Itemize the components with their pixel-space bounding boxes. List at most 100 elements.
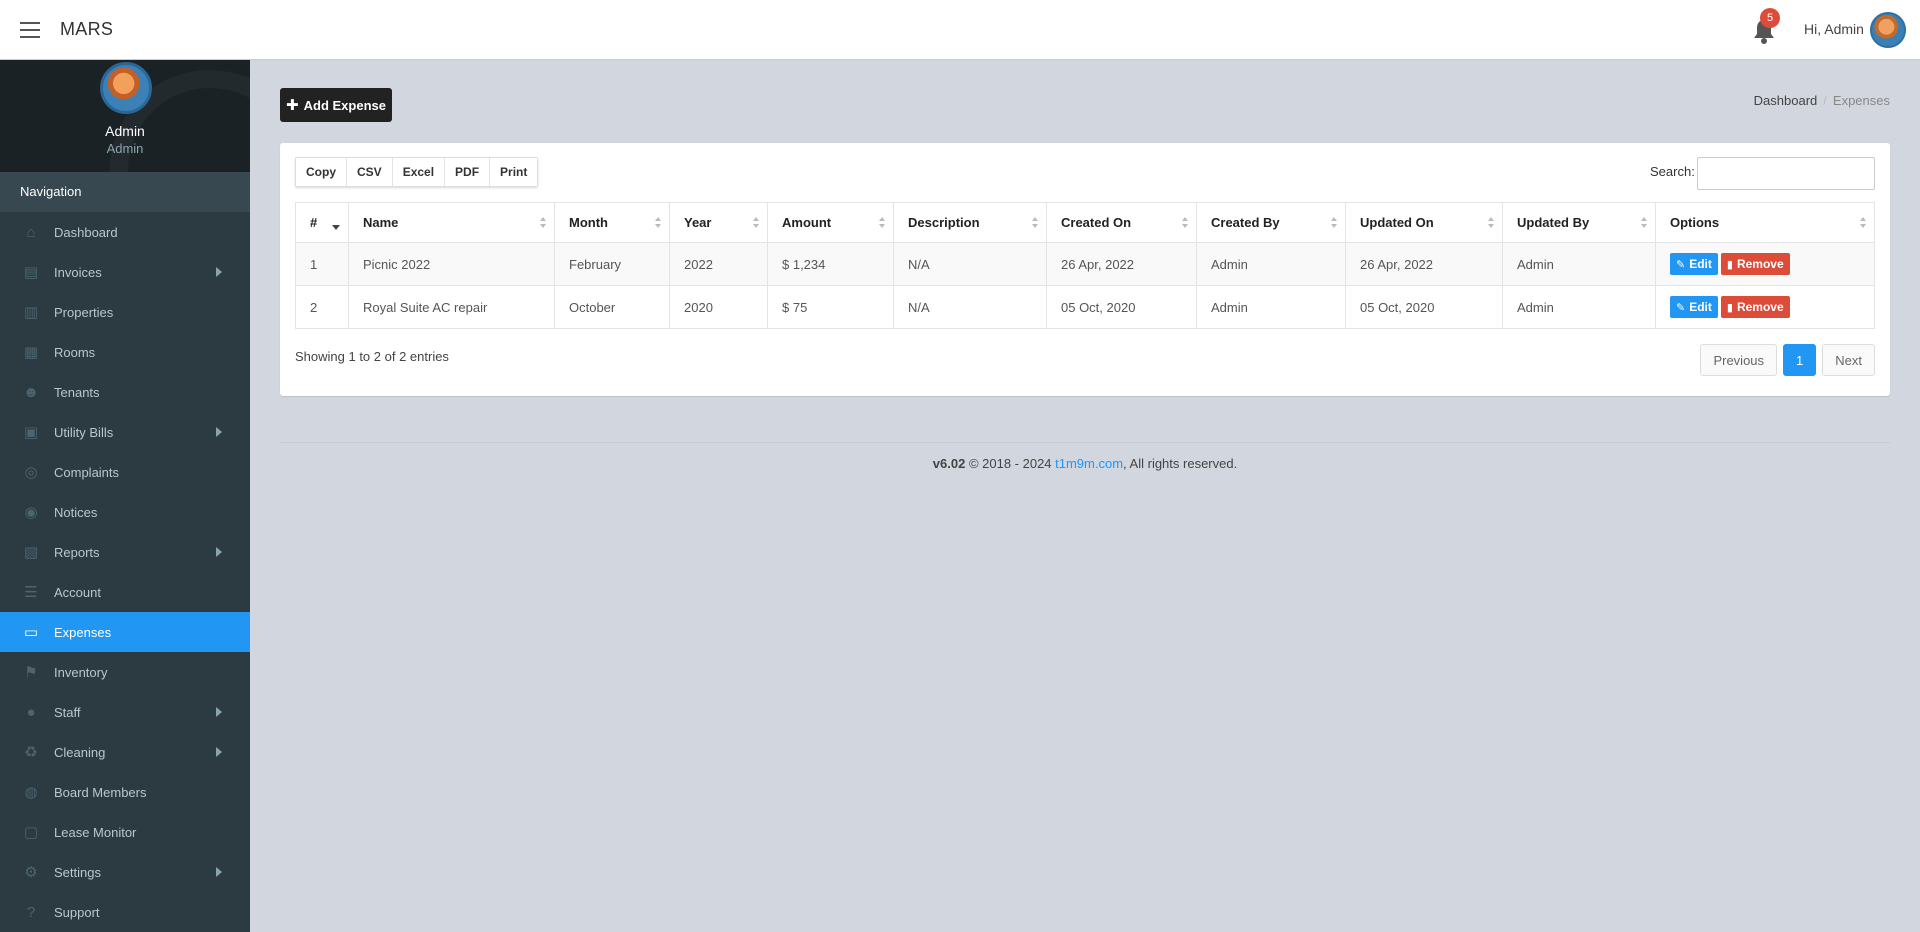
sidebar-item-staff[interactable]: ● Staff xyxy=(0,692,250,732)
cell-name: Picnic 2022 xyxy=(348,242,555,286)
monitor-icon: ▢ xyxy=(23,824,39,841)
cell-number: 2 xyxy=(295,285,349,329)
sidebar-user-name: Admin xyxy=(105,123,145,139)
column-header-updated-on[interactable]: Updated On xyxy=(1345,202,1503,243)
sidebar-avatar xyxy=(100,62,152,114)
footer-divider xyxy=(280,442,1890,443)
column-header-updated-by[interactable]: Updated By xyxy=(1502,202,1656,243)
column-header-name[interactable]: Name xyxy=(348,202,555,243)
sidebar-item-account[interactable]: ☰ Account xyxy=(0,572,250,612)
home-icon: ⌂ xyxy=(26,223,36,241)
remove-button[interactable]: ▮ Remove xyxy=(1720,253,1790,275)
excel-button[interactable]: Excel xyxy=(392,158,446,186)
page-1-button[interactable]: 1 xyxy=(1783,344,1817,376)
sidebar-item-label: Rooms xyxy=(54,344,96,360)
table-info: Showing 1 to 2 of 2 entries xyxy=(295,349,449,364)
sidebar-item-board-members[interactable]: ◍ Board Members xyxy=(0,772,250,812)
sidebar-item-settings[interactable]: ⚙ Settings xyxy=(0,852,250,892)
column-header-options[interactable]: Options xyxy=(1655,202,1875,243)
copy-button[interactable]: Copy xyxy=(296,158,347,186)
sidebar-item-label: Tenants xyxy=(54,384,100,400)
sidebar-item-expenses[interactable]: ▭ Expenses xyxy=(0,612,250,652)
breadcrumb-dashboard[interactable]: Dashboard xyxy=(1754,93,1818,108)
search-input[interactable] xyxy=(1697,157,1875,190)
notification-badge: 5 xyxy=(1760,8,1780,28)
sidebar-user-role: Admin xyxy=(106,141,144,156)
sidebar-item-reports[interactable]: ▧ Reports xyxy=(0,532,250,572)
table-row: 1 Picnic 2022 February 2022 $ 1,234 N/A … xyxy=(295,242,1875,286)
sidebar-item-cleaning[interactable]: ♻ Cleaning xyxy=(0,732,250,772)
chevron-right-icon xyxy=(216,707,222,717)
pagination: Previous 1 Next xyxy=(1700,344,1875,376)
column-header-number[interactable]: # xyxy=(295,202,349,243)
plus-icon: ✚ xyxy=(286,97,299,114)
cell-created-by: Admin xyxy=(1196,242,1346,286)
user-circle-icon: ◍ xyxy=(24,784,38,801)
add-expense-label: Add Expense xyxy=(303,97,386,113)
sort-icon xyxy=(1182,217,1188,229)
money-icon: ▣ xyxy=(23,424,39,441)
export-buttons: Copy CSV Excel PDF Print xyxy=(295,157,539,187)
add-expense-button[interactable]: ✚ Add Expense xyxy=(280,88,392,122)
app-brand[interactable]: MARS xyxy=(60,19,113,40)
cell-updated-by: Admin xyxy=(1502,285,1656,329)
column-header-amount[interactable]: Amount xyxy=(767,202,894,243)
users-icon: ☻ xyxy=(23,383,39,401)
sidebar-item-utility-bills[interactable]: ▣ Utility Bills xyxy=(0,412,250,452)
print-button[interactable]: Print xyxy=(490,158,538,186)
cell-name: Royal Suite AC repair xyxy=(348,285,555,329)
edit-button[interactable]: ✎ Edit xyxy=(1670,253,1718,275)
breadcrumb-separator: / xyxy=(1823,93,1827,108)
invoice-icon: ▤ xyxy=(23,264,39,281)
sidebar: Admin Admin Navigation ⌂ Dashboard ▤ Invoic… xyxy=(0,60,250,932)
table-row: 2 Royal Suite AC repair October 2020 $ 7… xyxy=(295,285,1875,329)
sidebar-item-notices[interactable]: ◉ Notices xyxy=(0,492,250,532)
sidebar-item-complaints[interactable]: ◎ Complaints xyxy=(0,452,250,492)
cell-created-by: Admin xyxy=(1196,285,1346,329)
column-header-year[interactable]: Year xyxy=(669,202,768,243)
footer-copyright: © 2018 - 2024 xyxy=(965,456,1056,471)
building-icon: ▥ xyxy=(23,304,39,321)
cell-year: 2022 xyxy=(669,242,768,286)
sidebar-item-label: Settings xyxy=(54,864,101,880)
expenses-box: Copy CSV Excel PDF Print Search: # Name … xyxy=(280,143,1890,396)
sort-icon xyxy=(1641,217,1647,229)
previous-page-button[interactable]: Previous xyxy=(1700,344,1778,376)
next-page-button[interactable]: Next xyxy=(1822,344,1875,376)
trash-icon: ▮ xyxy=(1726,301,1733,314)
user-avatar[interactable] xyxy=(1870,12,1906,48)
sidebar-item-rooms[interactable]: ▦ Rooms xyxy=(0,332,250,372)
sidebar-item-tenants[interactable]: ☻ Tenants xyxy=(0,372,250,412)
sidebar-item-dashboard[interactable]: ⌂ Dashboard xyxy=(0,212,250,252)
cell-updated-by: Admin xyxy=(1502,242,1656,286)
column-header-created-by[interactable]: Created By xyxy=(1196,202,1346,243)
sidebar-item-label: Board Members xyxy=(54,784,147,800)
sort-icon xyxy=(1032,217,1038,229)
breadcrumb: Dashboard / Expenses xyxy=(1754,93,1890,108)
user-greeting[interactable]: Hi, Admin xyxy=(1804,21,1864,37)
sidebar-item-properties[interactable]: ▥ Properties xyxy=(0,292,250,332)
sort-icon xyxy=(1860,217,1866,229)
sidebar-item-inventory[interactable]: ⚑ Inventory xyxy=(0,652,250,692)
list-icon: ☰ xyxy=(24,584,38,601)
column-header-description[interactable]: Description xyxy=(893,202,1047,243)
sidebar-item-label: Account xyxy=(54,584,101,600)
csv-button[interactable]: CSV xyxy=(347,158,393,186)
menu-toggle-icon[interactable] xyxy=(20,22,40,38)
sidebar-item-label: Complaints xyxy=(54,464,120,480)
sidebar-item-invoices[interactable]: ▤ Invoices xyxy=(0,252,250,292)
sidebar-item-label: Invoices xyxy=(54,264,102,280)
cell-year: 2020 xyxy=(669,285,768,329)
cell-month: October xyxy=(554,285,670,329)
cell-created-on: 05 Oct, 2020 xyxy=(1046,285,1197,329)
sort-icon xyxy=(655,217,661,229)
column-header-month[interactable]: Month xyxy=(554,202,670,243)
pdf-button[interactable]: PDF xyxy=(445,158,491,186)
cell-created-on: 26 Apr, 2022 xyxy=(1046,242,1197,286)
sidebar-item-support[interactable]: ? Support xyxy=(0,892,250,932)
remove-button[interactable]: ▮ Remove xyxy=(1720,296,1790,318)
edit-button[interactable]: ✎ Edit xyxy=(1670,296,1718,318)
column-header-created-on[interactable]: Created On xyxy=(1046,202,1197,243)
footer-link[interactable]: t1m9m.com xyxy=(1055,456,1123,471)
sidebar-item-lease-monitor[interactable]: ▢ Lease Monitor xyxy=(0,812,250,852)
